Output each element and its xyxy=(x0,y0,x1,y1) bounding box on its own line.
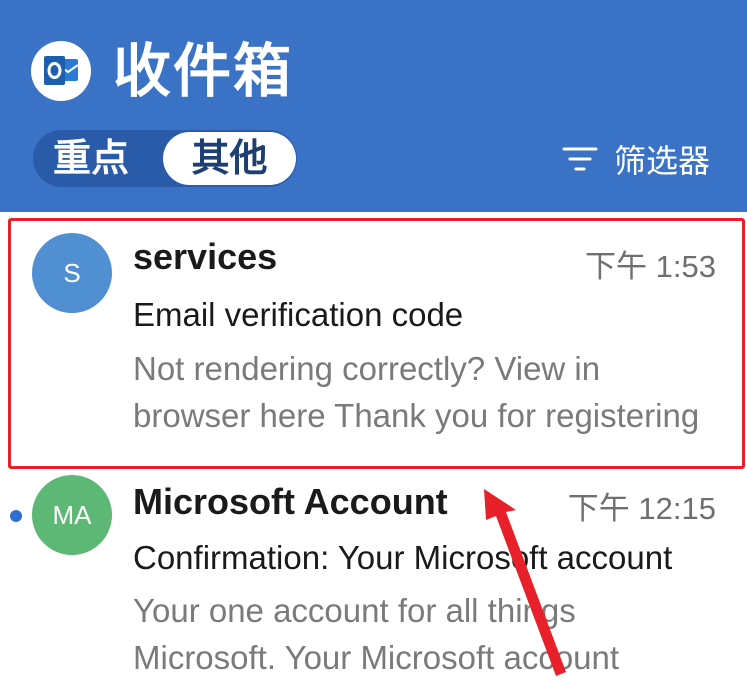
tab-other[interactable]: 其他 xyxy=(163,132,296,185)
outlook-logo-icon[interactable] xyxy=(31,41,91,101)
filter-label: 筛选器 xyxy=(614,142,711,180)
message-row-microsoft-account[interactable]: MA Microsoft Account 下午 12:15 Confirmati… xyxy=(0,475,747,695)
message-preview: Not rendering correctly? View in browser… xyxy=(133,350,700,434)
avatar: S xyxy=(32,233,112,313)
message-sender: services xyxy=(133,236,278,277)
unread-indicator xyxy=(10,510,22,522)
avatar: MA xyxy=(32,475,112,555)
message-preview: Your one account for all things Microsof… xyxy=(133,592,620,676)
message-sender: Microsoft Account xyxy=(133,481,448,522)
tab-focused[interactable]: 重点 xyxy=(53,130,129,187)
message-time: 下午 12:15 xyxy=(567,491,716,526)
filter-icon xyxy=(562,147,598,171)
message-subject: Confirmation: Your Microsoft account xyxy=(133,539,673,576)
message-subject: Email verification code xyxy=(133,296,464,333)
message-row-services[interactable]: S services 下午 1:53 Email verification co… xyxy=(0,218,747,468)
filter-button[interactable]: 筛选器 xyxy=(560,135,710,183)
inbox-header: 收件箱 重点 其他 筛选器 xyxy=(0,0,747,212)
page-title: 收件箱 xyxy=(113,37,294,105)
inbox-segmented-control: 重点 其他 xyxy=(33,130,297,187)
message-time: 下午 1:53 xyxy=(585,249,716,284)
